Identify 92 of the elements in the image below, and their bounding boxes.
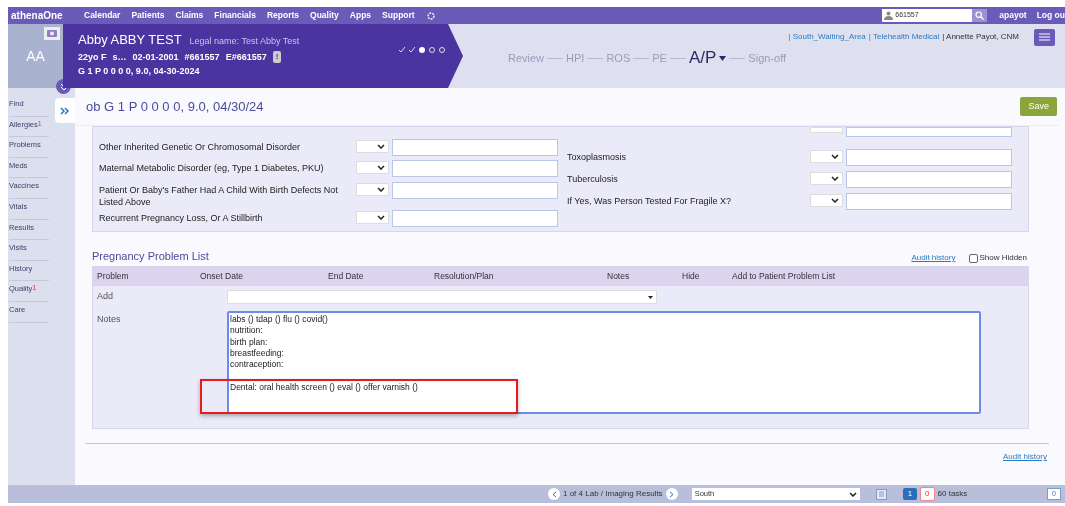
avatar-initials: AA <box>26 46 45 66</box>
audit-history-link[interactable]: Audit history <box>1002 451 1047 463</box>
question-label: Patient Or Baby's Father Had A Child With Birth Defects Not Listed Above <box>99 183 339 208</box>
question-label: Maternal Metabolic Disorder (eg, Type 1 Diabetes, PKU) <box>99 162 325 175</box>
patient-detail: #661557 <box>184 50 220 64</box>
comment-field[interactable] <box>846 171 1012 188</box>
column-header: Add to Patient Problem List <box>732 270 835 283</box>
question-label: If Yes, Was Person Tested For Fragile X? <box>567 195 733 207</box>
legal-name: Legal name: Test Abby Test <box>189 35 300 48</box>
nav-link[interactable]: Quality <box>310 9 339 22</box>
ob-summary: G 1 P 0 0 0 0, 9.0, 04-30-2024 <box>78 65 201 78</box>
comment-field[interactable] <box>392 139 558 156</box>
alert-badge[interactable]: ! <box>272 51 282 64</box>
chevron-down-icon <box>377 144 385 149</box>
notes-textarea[interactable]: labs () tdap () flu () covid() nutrition: birth plan: breastfeeding: contraception: Dental: oral health screen () eval () offer varnish () <box>227 311 981 414</box>
answer-dropdown[interactable] <box>810 194 843 207</box>
previous-button[interactable] <box>548 488 560 500</box>
column-header: Problem <box>97 270 130 283</box>
location-link[interactable]: | Telehealth Medical <box>868 31 940 43</box>
chevron-down-icon <box>377 186 385 192</box>
camera-icon[interactable] <box>44 27 60 40</box>
comment-field[interactable] <box>846 149 1012 166</box>
column-header: Notes <box>607 270 631 283</box>
caret-icon[interactable] <box>719 55 727 61</box>
section-title: Pregnancy Problem List <box>92 248 209 264</box>
comment-field[interactable] <box>846 127 1012 137</box>
comment-field[interactable] <box>846 193 1012 210</box>
chevron-down-icon <box>831 176 839 181</box>
user-name[interactable]: apayot <box>999 9 1027 22</box>
count-badge[interactable]: 1 <box>902 488 918 500</box>
provider-name: | Annette Payot, CNM <box>942 31 1019 43</box>
patient-detail: s… <box>112 50 127 64</box>
patient-detail: E#661557 <box>225 50 267 64</box>
show-hidden-checkbox[interactable] <box>969 253 979 263</box>
question-label: Tuberculosis <box>567 173 619 185</box>
nav-link[interactable]: Calendar <box>84 9 121 22</box>
nav-link[interactable]: Reports <box>266 9 300 22</box>
column-header: Resolution/Plan <box>434 270 495 283</box>
nav-link[interactable]: Apps <box>349 9 372 22</box>
chevron-down-icon <box>831 198 839 203</box>
question-label: Toxoplasmosis <box>567 151 628 163</box>
location-link[interactable]: | South_Waiting_Area <box>788 31 866 43</box>
answer-dropdown[interactable] <box>356 182 389 196</box>
menu-icon <box>1039 33 1050 41</box>
search-button[interactable] <box>972 9 988 22</box>
step-current-icon <box>418 46 426 54</box>
caret-icon <box>648 295 653 299</box>
chevron-left-icon <box>551 490 557 498</box>
column-header: End Date <box>328 270 365 283</box>
answer-dropdown[interactable] <box>810 172 843 185</box>
tasks-count: 60 tasks <box>937 488 968 500</box>
chevron-down-icon <box>377 165 385 171</box>
answer-dropdown[interactable] <box>356 161 389 175</box>
comment-field[interactable] <box>392 160 558 178</box>
add-label: Add <box>97 290 114 304</box>
notes-label: Notes <box>97 313 122 326</box>
comment-field[interactable] <box>392 209 558 227</box>
expand-sidebar-button[interactable] <box>55 98 75 123</box>
person-icon <box>884 11 894 20</box>
menu-button[interactable] <box>1034 28 1055 46</box>
nav-link[interactable]: Claims <box>175 9 204 22</box>
patient-detail: 02-01-2001 <box>132 50 179 64</box>
comment-field[interactable] <box>392 181 558 199</box>
workflow-tab[interactable]: A/P <box>688 45 717 71</box>
search-icon <box>975 11 985 20</box>
chevron-right-icon <box>669 490 675 498</box>
nav-link[interactable]: Patients <box>131 9 165 22</box>
show-hidden-label: Show Hidden <box>979 252 1027 264</box>
audit-history-link[interactable]: Audit history <box>911 252 956 264</box>
answer-dropdown[interactable] <box>356 140 389 153</box>
answer-dropdown[interactable] <box>356 210 389 224</box>
question-label: Other Inherited Genetic Or Chromosomal Disorder <box>99 141 302 153</box>
chevron-down-icon <box>377 214 385 220</box>
question-label: Recurrent Pregnancy Loss, Or A Stillbirth <box>99 211 264 224</box>
logout-link[interactable]: Log ou <box>1036 9 1065 22</box>
count-badge[interactable]: 0 <box>920 487 935 501</box>
patient-detail: 22yo F <box>78 50 107 64</box>
nav-link[interactable]: Financials <box>214 9 256 22</box>
chevron-down-icon <box>848 491 857 497</box>
settings-icon[interactable] <box>425 10 436 21</box>
next-button[interactable] <box>665 488 678 500</box>
clipboard-icon[interactable] <box>875 488 887 500</box>
chevron-down-icon <box>831 154 839 159</box>
brand-logo[interactable]: athenaOne <box>8 8 84 23</box>
patient-name: Abby ABBY TEST <box>78 31 182 49</box>
column-header: Hide <box>682 270 701 283</box>
page-title: ob G 1 P 0 0 0 0, 9.0, 04/30/24 <box>86 97 264 116</box>
answer-dropdown[interactable] <box>810 150 843 163</box>
nav-link[interactable]: Support <box>382 9 415 22</box>
column-header: Onset Date <box>200 270 244 283</box>
double-chevron-right-icon <box>60 106 70 115</box>
results-counter: 1 of 4 Lab / Imaging Results <box>563 488 663 500</box>
